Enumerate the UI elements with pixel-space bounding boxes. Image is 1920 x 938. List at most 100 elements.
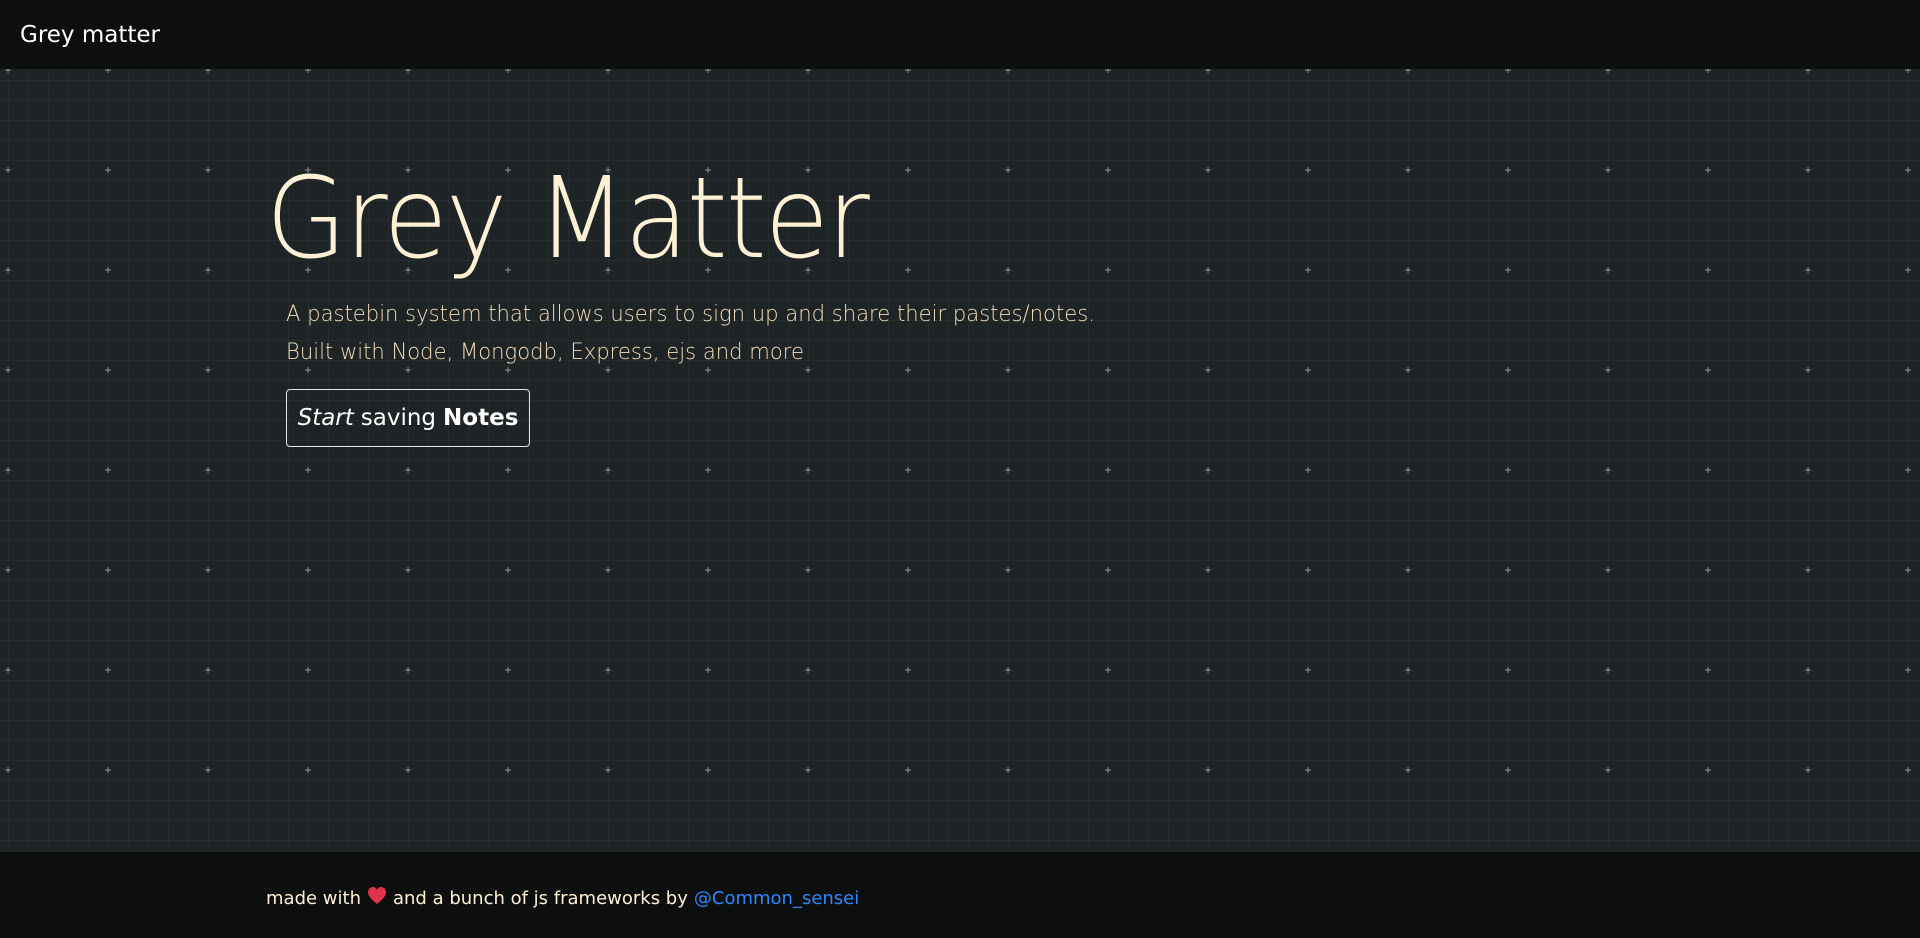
footer-credit: made with and a bunch of js frameworks b… bbox=[266, 886, 859, 909]
grid-plus-marker bbox=[1605, 167, 1611, 173]
grid-plus-marker bbox=[1705, 767, 1711, 773]
grid-plus-marker bbox=[205, 267, 211, 273]
author-link[interactable]: @Common_sensei bbox=[694, 888, 859, 909]
grid-plus-marker bbox=[1105, 367, 1111, 373]
grid-plus-marker bbox=[1705, 467, 1711, 473]
grid-plus-marker bbox=[305, 667, 311, 673]
grid-plus-marker bbox=[1105, 467, 1111, 473]
cta-word-notes: Notes bbox=[443, 405, 519, 431]
grid-plus-marker bbox=[1505, 567, 1511, 573]
grid-plus-marker bbox=[1905, 167, 1911, 173]
grid-plus-marker bbox=[1005, 467, 1011, 473]
grid-plus-marker bbox=[1305, 767, 1311, 773]
grid-plus-marker bbox=[1505, 367, 1511, 373]
grid-plus-marker bbox=[905, 767, 911, 773]
grid-plus-marker bbox=[805, 667, 811, 673]
grid-plus-marker bbox=[405, 467, 411, 473]
grid-plus-marker bbox=[5, 367, 11, 373]
page-title: Grey Matter bbox=[266, 154, 870, 284]
grid-plus-marker bbox=[1205, 667, 1211, 673]
grid-plus-marker bbox=[1905, 367, 1911, 373]
grid-plus-marker bbox=[1805, 467, 1811, 473]
grid-plus-marker bbox=[705, 667, 711, 673]
grid-plus-marker bbox=[1605, 567, 1611, 573]
grid-plus-marker bbox=[1705, 667, 1711, 673]
grid-plus-marker bbox=[1005, 667, 1011, 673]
grid-plus-marker bbox=[505, 567, 511, 573]
grid-plus-marker bbox=[1005, 567, 1011, 573]
grid-plus-marker bbox=[305, 767, 311, 773]
grid-plus-marker bbox=[605, 467, 611, 473]
grid-plus-marker bbox=[1505, 767, 1511, 773]
grid-plus-marker bbox=[1605, 767, 1611, 773]
grid-plus-marker bbox=[105, 167, 111, 173]
grid-plus-marker bbox=[1105, 567, 1111, 573]
grid-plus-marker bbox=[205, 767, 211, 773]
brand-link[interactable]: Grey matter bbox=[20, 22, 160, 48]
grid-plus-marker bbox=[105, 267, 111, 273]
grid-plus-marker bbox=[1405, 367, 1411, 373]
grid-plus-marker bbox=[1605, 467, 1611, 473]
start-saving-notes-button[interactable]: Start saving Notes bbox=[286, 389, 530, 447]
background-grid bbox=[5, 67, 1911, 873]
grid-plus-marker bbox=[1505, 467, 1511, 473]
grid-plus-marker bbox=[1305, 667, 1311, 673]
grid-plus-marker bbox=[1605, 267, 1611, 273]
hero-description-line-2: Built with Node, Mongodb, Express, ejs a… bbox=[286, 340, 805, 365]
grid-plus-marker bbox=[1405, 267, 1411, 273]
grid-plus-marker bbox=[105, 767, 111, 773]
grid-plus-marker bbox=[1305, 267, 1311, 273]
grid-plus-marker bbox=[1705, 567, 1711, 573]
grid-plus-marker bbox=[305, 567, 311, 573]
grid-plus-marker bbox=[1505, 167, 1511, 173]
grid-plus-marker bbox=[305, 467, 311, 473]
grid-plus-marker bbox=[1705, 367, 1711, 373]
grid-plus-marker bbox=[1805, 667, 1811, 673]
grid-plus-marker bbox=[1205, 467, 1211, 473]
grid-plus-marker bbox=[1805, 367, 1811, 373]
grid-plus-marker bbox=[605, 767, 611, 773]
grid-plus-marker bbox=[1105, 167, 1111, 173]
grid-plus-marker bbox=[1705, 267, 1711, 273]
grid-plus-marker bbox=[1905, 667, 1911, 673]
grid-plus-marker bbox=[205, 567, 211, 573]
grid-plus-marker bbox=[105, 667, 111, 673]
grid-plus-marker bbox=[405, 567, 411, 573]
grid-plus-marker bbox=[1205, 567, 1211, 573]
grid-plus-marker bbox=[1605, 667, 1611, 673]
grid-plus-marker bbox=[405, 767, 411, 773]
grid-plus-marker bbox=[1005, 767, 1011, 773]
grid-plus-marker bbox=[205, 367, 211, 373]
grid-plus-marker bbox=[705, 767, 711, 773]
grid-plus-marker bbox=[805, 767, 811, 773]
grid-plus-marker bbox=[805, 567, 811, 573]
grid-plus-marker bbox=[1805, 267, 1811, 273]
grid-plus-marker bbox=[1205, 767, 1211, 773]
grid-plus-marker bbox=[1905, 767, 1911, 773]
grid-plus-marker bbox=[1405, 767, 1411, 773]
grid-plus-marker bbox=[5, 467, 11, 473]
hero-description: A pastebin system that allows users to s… bbox=[286, 296, 1095, 372]
grid-plus-marker bbox=[1005, 167, 1011, 173]
grid-plus-marker bbox=[805, 467, 811, 473]
grid-plus-marker bbox=[205, 167, 211, 173]
grid-plus-marker bbox=[1105, 667, 1111, 673]
grid-plus-marker bbox=[5, 267, 11, 273]
grid-plus-marker bbox=[105, 467, 111, 473]
grid-plus-marker bbox=[1905, 267, 1911, 273]
grid-plus-marker bbox=[605, 567, 611, 573]
grid-plus-marker bbox=[1905, 467, 1911, 473]
grid-plus-marker bbox=[905, 467, 911, 473]
grid-plus-marker bbox=[1105, 267, 1111, 273]
grid-plus-marker bbox=[1205, 267, 1211, 273]
grid-plus-marker bbox=[1305, 167, 1311, 173]
cta-word-start: Start bbox=[297, 405, 354, 431]
grid-plus-marker bbox=[605, 667, 611, 673]
grid-plus-marker bbox=[1405, 167, 1411, 173]
grid-plus-marker bbox=[1305, 367, 1311, 373]
grid-plus-marker bbox=[105, 567, 111, 573]
grid-plus-marker bbox=[505, 667, 511, 673]
grid-plus-marker bbox=[5, 667, 11, 673]
grid-plus-marker bbox=[1405, 467, 1411, 473]
grid-plus-marker bbox=[705, 467, 711, 473]
